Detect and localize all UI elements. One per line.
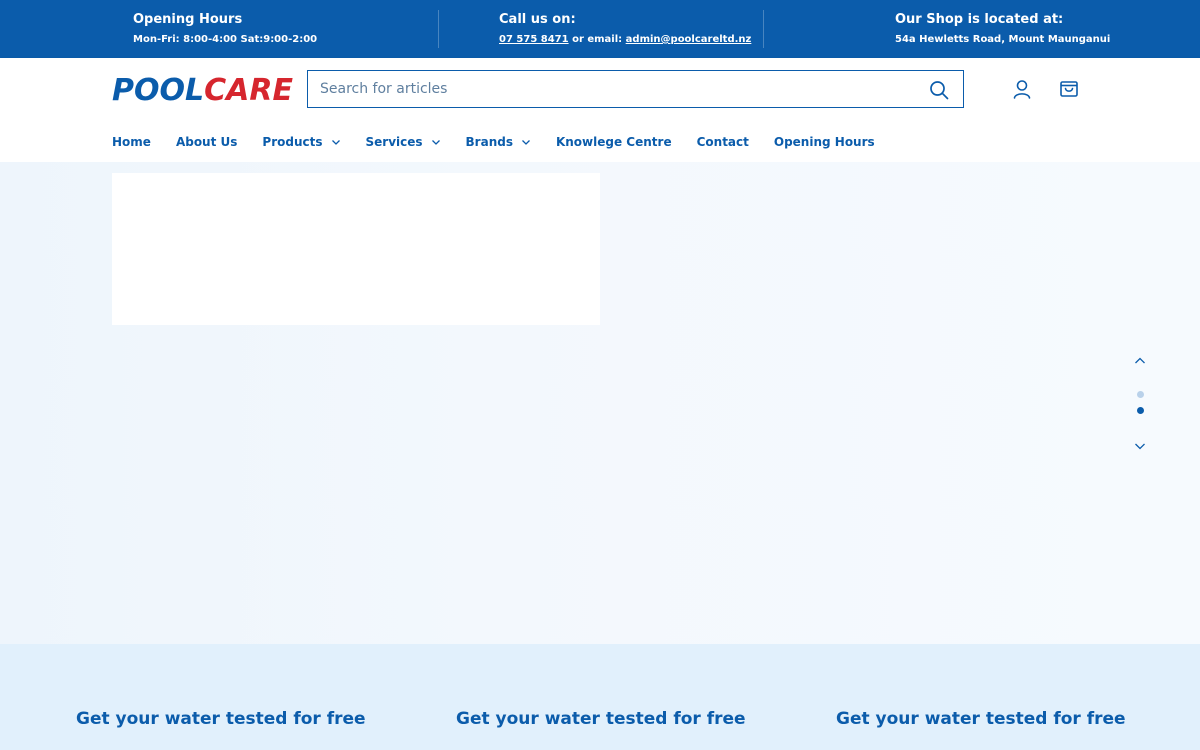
nav-item-label: Services bbox=[365, 135, 423, 149]
site-header: POOLCARE Home About Us Products Services… bbox=[0, 58, 1200, 162]
slider-dot[interactable] bbox=[1137, 391, 1144, 398]
top-info-bar: Opening Hours Mon-Fri: 8:00-4:00 Sat:9:0… bbox=[0, 0, 1200, 58]
chevron-down-icon bbox=[522, 140, 530, 145]
nav-item-contact[interactable]: Contact bbox=[697, 135, 749, 149]
nav-item-label: Contact bbox=[696, 135, 749, 149]
nav-item-label: Home bbox=[112, 135, 151, 149]
slider-dot-active[interactable] bbox=[1137, 407, 1144, 414]
shop-location-info: Our Shop is located at: 54a Hewletts Roa… bbox=[895, 12, 1110, 47]
nav-item-about-us[interactable]: About Us bbox=[176, 135, 237, 149]
shop-heading: Our Shop is located at: bbox=[895, 12, 1064, 27]
poolcare-logo[interactable]: POOLCARE bbox=[112, 74, 293, 108]
nav-item-label: Brands bbox=[465, 135, 513, 149]
logo-text-pool: POOL bbox=[112, 73, 205, 108]
phone-link[interactable]: 07 575 8471 bbox=[499, 34, 569, 45]
slide-content-card bbox=[112, 173, 600, 325]
call-heading: Call us on: bbox=[499, 12, 576, 27]
nav-item-opening-hours[interactable]: Opening Hours bbox=[774, 135, 875, 149]
search-box bbox=[307, 70, 964, 108]
nav-item-home[interactable]: Home bbox=[112, 135, 151, 149]
hero-slider bbox=[0, 162, 1200, 644]
nav-item-label: Knowlege Centre bbox=[555, 135, 672, 149]
contact-detail: 07 575 8471 or email: admin@poolcareltd.… bbox=[499, 33, 751, 47]
feature-title: Get your water tested for free bbox=[456, 709, 746, 729]
nav-item-label: Opening Hours bbox=[773, 135, 875, 149]
feature-strip: Get your water tested for free Get your … bbox=[0, 644, 1200, 750]
contact-info: Call us on: 07 575 8471 or email: admin@… bbox=[499, 12, 751, 47]
nav-item-label: About Us bbox=[175, 135, 238, 149]
chevron-down-icon bbox=[331, 140, 340, 145]
main-nav: Home About Us Products Services Brands K… bbox=[112, 132, 900, 152]
chevron-down-icon bbox=[431, 140, 440, 145]
opening-hours-heading: Opening Hours bbox=[133, 12, 243, 27]
contact-separator-text: or email: bbox=[568, 34, 626, 45]
nav-item-services[interactable]: Services bbox=[366, 135, 441, 149]
nav-item-knowledge-centre[interactable]: Knowlege Centre bbox=[556, 135, 672, 149]
search-icon[interactable] bbox=[929, 80, 949, 100]
logo-text-care: CARE bbox=[204, 73, 293, 108]
shop-address: 54a Hewletts Road, Mount Maunganui bbox=[895, 34, 1111, 45]
search-input[interactable] bbox=[320, 71, 910, 107]
divider bbox=[763, 10, 764, 48]
nav-item-brands[interactable]: Brands bbox=[466, 135, 531, 149]
nav-item-products[interactable]: Products bbox=[262, 135, 340, 149]
chevron-down-icon[interactable] bbox=[1133, 439, 1147, 453]
nav-item-label: Products bbox=[262, 135, 323, 149]
feature-title: Get your water tested for free bbox=[836, 709, 1126, 729]
opening-hours-detail: Mon-Fri: 8:00-4:00 Sat:9:00-2:00 bbox=[133, 34, 318, 45]
user-icon[interactable] bbox=[1011, 78, 1033, 100]
chevron-up-icon[interactable] bbox=[1133, 354, 1147, 368]
cart-icon[interactable] bbox=[1058, 78, 1080, 100]
email-link[interactable]: admin@poolcareltd.nz bbox=[626, 34, 752, 45]
feature-title: Get your water tested for free bbox=[76, 709, 366, 729]
opening-hours-info: Opening Hours Mon-Fri: 8:00-4:00 Sat:9:0… bbox=[133, 12, 317, 47]
divider bbox=[438, 10, 439, 48]
